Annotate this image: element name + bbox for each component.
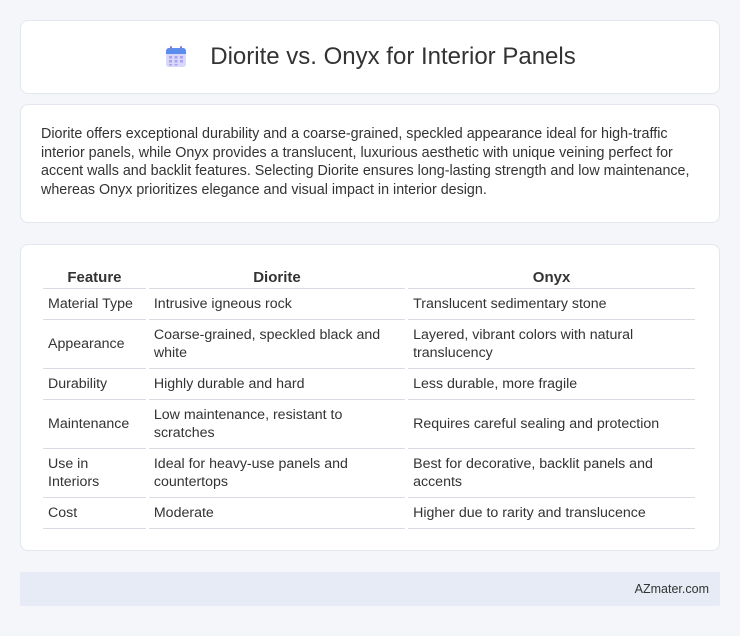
feature-cell: Appearance	[43, 320, 146, 369]
feature-cell: Use in Interiors	[43, 449, 146, 498]
footer: AZmater.com	[20, 572, 720, 606]
table-row: Maintenance Low maintenance, resistant t…	[43, 400, 695, 449]
table-row: Use in Interiors Ideal for heavy-use pan…	[43, 449, 695, 498]
header-feature: Feature	[43, 265, 146, 289]
summary-text: Diorite offers exceptional durability an…	[41, 126, 690, 198]
diorite-cell: Highly durable and hard	[148, 369, 406, 400]
diorite-cell: Moderate	[148, 498, 406, 529]
onyx-cell: Higher due to rarity and translucence	[408, 498, 695, 529]
comparison-table: Feature Diorite Onyx Material Type Intru…	[40, 265, 698, 529]
onyx-cell: Layered, vibrant colors with natural tra…	[408, 320, 695, 369]
page-title: Diorite vs. Onyx for Interior Panels	[210, 43, 576, 70]
feature-cell: Durability	[43, 369, 146, 400]
table-row: Material Type Intrusive igneous rock Tra…	[43, 289, 695, 320]
onyx-cell: Translucent sedimentary stone	[408, 289, 695, 320]
diorite-cell: Ideal for heavy-use panels and counterto…	[148, 449, 406, 498]
table-header-row: Feature Diorite Onyx	[43, 265, 695, 289]
footer-link[interactable]: AZmater.com	[635, 582, 709, 596]
table-row: Cost Moderate Higher due to rarity and t…	[43, 498, 695, 529]
onyx-cell: Less durable, more fragile	[408, 369, 695, 400]
diorite-cell: Coarse-grained, speckled black and white	[148, 320, 406, 369]
header-onyx: Onyx	[408, 265, 695, 289]
onyx-cell: Best for decorative, backlit panels and …	[408, 449, 695, 498]
summary-card: Diorite offers exceptional durability an…	[20, 104, 720, 223]
feature-cell: Cost	[43, 498, 146, 529]
comparison-card: Feature Diorite Onyx Material Type Intru…	[20, 244, 720, 551]
feature-cell: Material Type	[43, 289, 146, 320]
title-wrap: Diorite vs. Onyx for Interior Panels	[164, 43, 576, 71]
header-diorite: Diorite	[148, 265, 406, 289]
calendar-icon	[166, 46, 187, 67]
diorite-cell: Intrusive igneous rock	[148, 289, 406, 320]
table-row: Appearance Coarse-grained, speckled blac…	[43, 320, 695, 369]
diorite-cell: Low maintenance, resistant to scratches	[148, 400, 406, 449]
feature-cell: Maintenance	[43, 400, 146, 449]
title-card: Diorite vs. Onyx for Interior Panels	[20, 20, 720, 94]
table-row: Durability Highly durable and hard Less …	[43, 369, 695, 400]
onyx-cell: Requires careful sealing and protection	[408, 400, 695, 449]
